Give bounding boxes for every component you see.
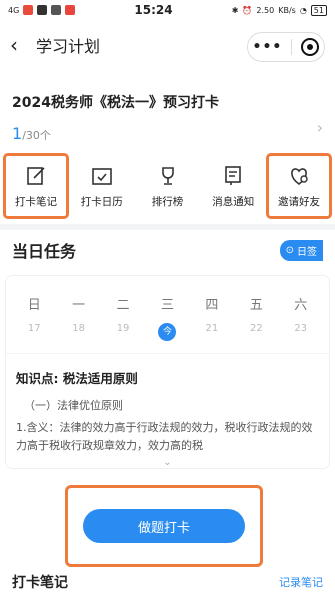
- network-label: 4G: [8, 5, 20, 15]
- knowledge-subtitle: （一）法律优位原则: [24, 399, 123, 412]
- tool-label: 打卡笔记: [15, 195, 57, 208]
- tool-label: 打卡日历: [80, 195, 123, 208]
- notes-section-header: 打卡笔记 记录笔记: [0, 572, 335, 592]
- today-marker: 今: [158, 323, 177, 341]
- app-notify-icon: [23, 5, 34, 15]
- progress-total: /30个: [22, 129, 51, 142]
- date-cell[interactable]: 22: [234, 323, 278, 341]
- knowledge-body: 1.含义：法律的效力高于行政法规的效力，税收行政法规的效力高于税收行政规章效力，…: [16, 421, 313, 452]
- tool-label: 排行榜: [151, 195, 184, 208]
- clock: 15:24: [134, 3, 173, 17]
- check-circle-icon: ⊙: [285, 244, 294, 256]
- do-question-checkin-button[interactable]: 做题打卡: [83, 509, 245, 543]
- tools-row: 打卡笔记 打卡日历 排行榜 消息通知 邀请好友: [0, 153, 335, 219]
- date-cell[interactable]: 18: [56, 323, 100, 341]
- tool-label: 消息通知: [212, 195, 255, 208]
- status-right: ✱ ⏰ 2.50 KB/s ◔ 51: [231, 4, 327, 16]
- date-cell[interactable]: 23: [279, 323, 323, 341]
- task-card: 日 一 二 三 四 五 六 17 18 19 今 21 22 23 知识点: 税…: [6, 276, 329, 468]
- nav-bar: ‹ 学习计划 •••: [0, 20, 335, 70]
- bluetooth-icon: ✱: [231, 5, 239, 15]
- miniprogram-capsule: •••: [247, 32, 325, 62]
- wifi-icon: ◔: [299, 5, 307, 15]
- weekday-row: 日 一 二 三 四 五 六: [6, 276, 329, 319]
- back-icon[interactable]: ‹: [10, 33, 28, 57]
- alarm-icon: ⏰: [242, 5, 253, 15]
- date-cell[interactable]: 19: [101, 323, 145, 341]
- plan-progress: 1/30个: [12, 124, 323, 143]
- date-cell[interactable]: 17: [12, 323, 56, 341]
- tool-leaderboard[interactable]: 排行榜: [138, 156, 198, 216]
- plan-header[interactable]: 2024税务师《税法一》预习打卡 1/30个 ›: [0, 70, 335, 143]
- sign-label: 日签: [297, 246, 317, 258]
- date-cell-today[interactable]: 今: [145, 323, 189, 341]
- battery-icon: 51: [310, 4, 327, 16]
- plan-title: 2024税务师《税法一》预习打卡: [12, 95, 219, 111]
- image-icon: [51, 5, 62, 15]
- do-question-highlight: 做题打卡: [65, 485, 263, 567]
- expand-chevron-icon[interactable]: ⌄: [16, 457, 319, 468]
- tool-notifications[interactable]: 消息通知: [203, 156, 263, 216]
- invite-heart-icon: [291, 167, 308, 185]
- status-left: 4G: [8, 5, 76, 15]
- date-cell[interactable]: 21: [190, 323, 234, 341]
- tool-label: 邀请好友: [278, 195, 320, 208]
- knowledge-point: 知识点: 税法适用原则 （一）法律优位原则 1.含义：法律的效力高于行政法规的效…: [6, 353, 329, 468]
- tool-checkin-calendar[interactable]: 打卡日历: [72, 156, 132, 216]
- trophy-icon: [161, 166, 174, 185]
- weekday: 五: [249, 298, 263, 313]
- weekday: 日: [27, 298, 41, 313]
- edit-note-icon: [27, 166, 45, 185]
- more-button[interactable]: •••: [253, 39, 283, 55]
- weekday: 二: [116, 298, 130, 313]
- tool-invite-friends[interactable]: 邀请好友: [266, 153, 332, 219]
- weekday: 三: [160, 298, 174, 313]
- daily-sign-button[interactable]: ⊙ 日签: [279, 239, 323, 261]
- record-notes-link[interactable]: 记录笔记: [279, 574, 323, 590]
- daily-task-header: 当日任务 ⊙ 日签: [0, 230, 335, 266]
- calendar-check-icon: [91, 167, 112, 185]
- capsule-divider: [291, 39, 293, 55]
- date-row: 17 18 19 今 21 22 23: [6, 319, 329, 353]
- tool-checkin-notes[interactable]: 打卡笔记: [3, 153, 69, 219]
- tiktok-icon: [37, 5, 48, 15]
- speed-value: 2.50: [256, 5, 275, 15]
- progress-current: 1: [12, 124, 23, 143]
- weekday: 一: [72, 298, 86, 313]
- message-icon: [225, 165, 242, 185]
- status-bar: 4G 15:24 ✱ ⏰ 2.50 KB/s ◔ 51: [0, 0, 335, 20]
- close-target-icon[interactable]: [301, 38, 320, 56]
- weekday: 四: [205, 298, 219, 313]
- chevron-right-icon: ›: [316, 118, 323, 137]
- weekday: 六: [294, 298, 308, 313]
- speed-unit: KB/s: [278, 5, 296, 15]
- app-icon: [65, 5, 76, 15]
- page-title: 学习计划: [36, 37, 101, 56]
- daily-task-title: 当日任务: [12, 242, 77, 261]
- notes-title: 打卡笔记: [12, 575, 68, 591]
- knowledge-title: 知识点: 税法适用原则: [16, 371, 138, 386]
